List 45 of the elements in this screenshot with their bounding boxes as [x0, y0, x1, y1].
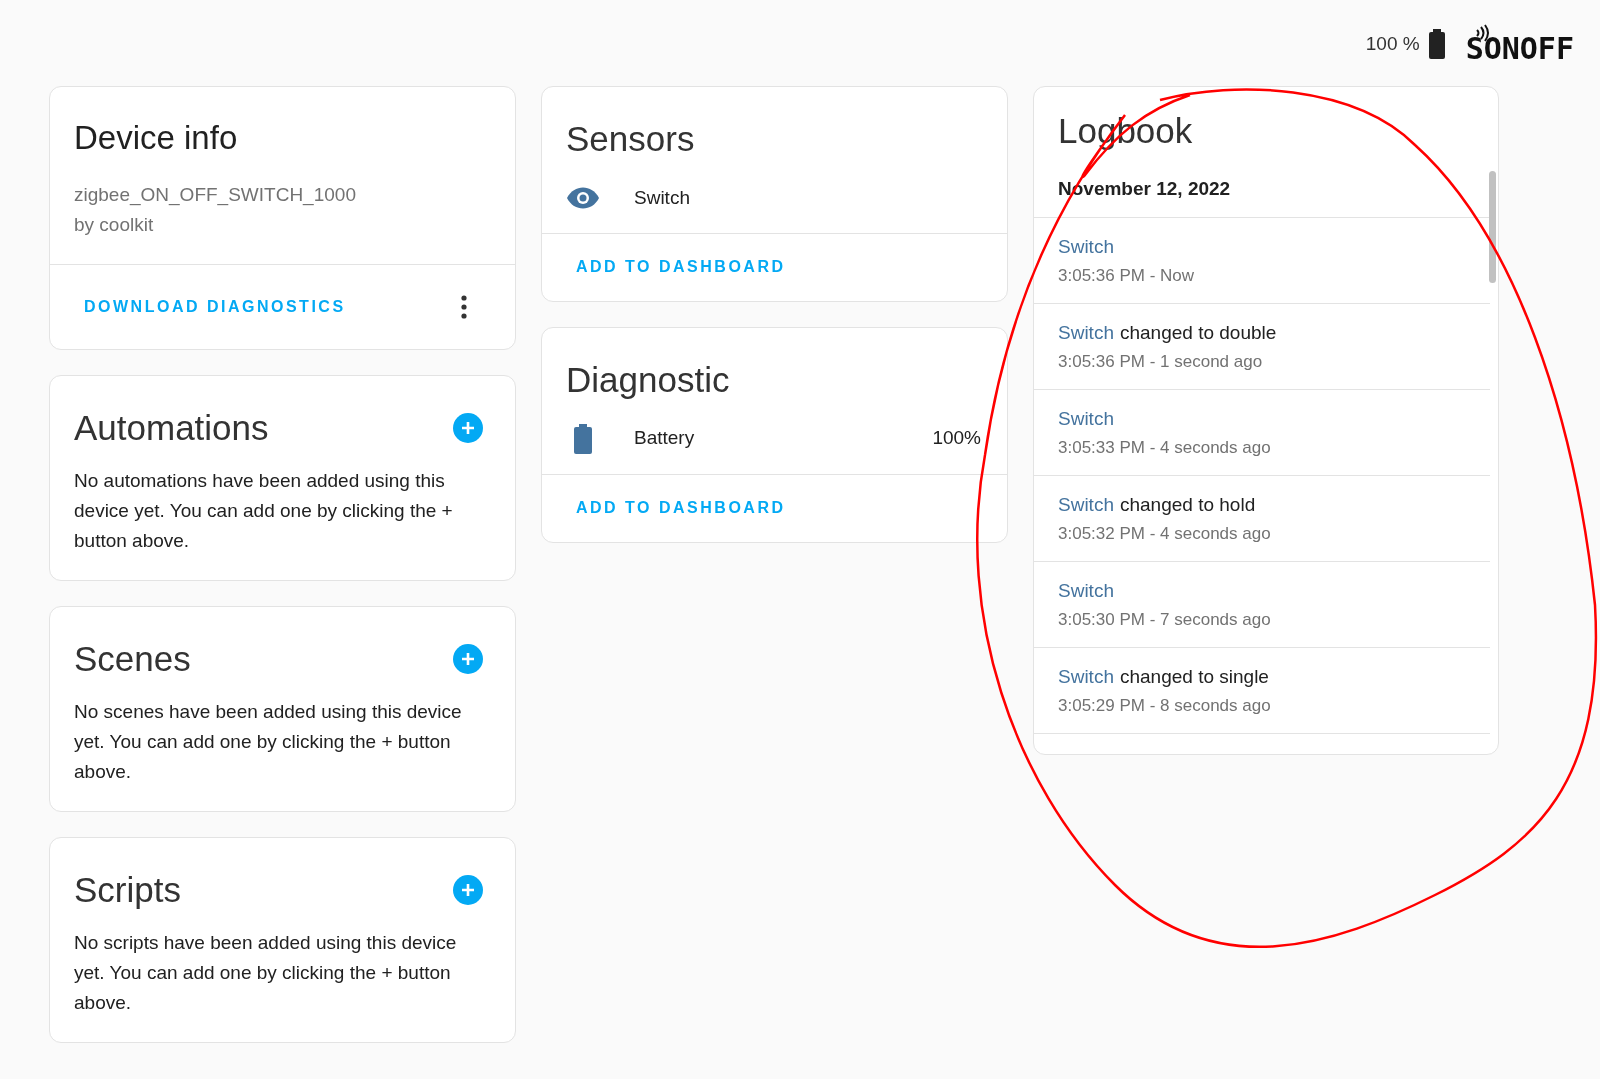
card-title: Diagnostic [566, 358, 731, 401]
empty-state-text: No scenes have been added using this device yet. You can add one by clicking the + button above. [74, 699, 463, 784]
log-message: changed to single [1119, 664, 1269, 689]
add-button[interactable] [453, 643, 483, 674]
device-model: zigbee_ON_OFF_SWITCH_1000 [74, 183, 357, 208]
plus-icon [460, 650, 476, 667]
add-button[interactable] [453, 413, 483, 444]
more-options-icon [461, 295, 467, 320]
battery-icon [573, 423, 593, 454]
log-time: 3:05:36 PM - Now [1058, 264, 1196, 287]
log-time: 3:05:32 PM - 4 seconds ago [1058, 522, 1272, 545]
brand-logo: SONOFF [1465, 34, 1574, 64]
entity-link[interactable]: Switch [1058, 317, 1114, 348]
empty-state-text: No automations have been added using this device yet. You can add one by clicking the + button above. [74, 469, 454, 553]
card-title: Scenes [74, 638, 191, 680]
entity-name[interactable]: Battery [634, 424, 933, 453]
device-manufacturer: by coolkit [74, 213, 155, 238]
entity-link[interactable]: Switch [1058, 575, 1114, 606]
download-diagnostics-button[interactable]: DOWNLOAD DIAGNOSTICS [68, 287, 362, 328]
add-to-dashboard-button[interactable]: ADD TO DASHBOARD [560, 488, 802, 528]
battery-level-text: 100 % [1365, 31, 1420, 56]
add-to-dashboard-button[interactable]: ADD TO DASHBOARD [560, 247, 802, 288]
log-message: changed to double [1119, 320, 1277, 345]
battery-icon [1427, 29, 1446, 59]
card-title: Device info [74, 118, 239, 158]
log-time: 3:05:30 PM - 7 seconds ago [1058, 608, 1272, 631]
empty-state-text: No scripts have been added using this device yet. You can add one by clicking the + button above. [74, 930, 458, 1015]
entity-link[interactable]: Switch [1058, 489, 1114, 520]
log-time: 3:05:33 PM - 4 seconds ago [1058, 436, 1272, 459]
eye-icon [566, 186, 600, 209]
entity-link[interactable]: Switch [1058, 231, 1114, 262]
plus-icon [460, 881, 476, 898]
log-time: 3:05:29 PM - 8 seconds ago [1058, 694, 1272, 717]
log-time: 3:05:36 PM - 1 second ago [1058, 350, 1264, 373]
entity-name[interactable]: Switch [634, 183, 983, 212]
card-title: Sensors [566, 118, 696, 160]
entity-link[interactable]: Switch [1058, 403, 1114, 434]
card-title: Automations [74, 407, 269, 450]
plus-icon [460, 420, 476, 437]
add-button[interactable] [453, 874, 483, 905]
log-message: changed to hold [1119, 492, 1256, 517]
scrollbar-thumb[interactable] [1489, 171, 1496, 283]
card-title: Scripts [74, 868, 181, 911]
entity-link[interactable]: Switch [1058, 661, 1114, 692]
entity-value: 100% [932, 426, 982, 451]
